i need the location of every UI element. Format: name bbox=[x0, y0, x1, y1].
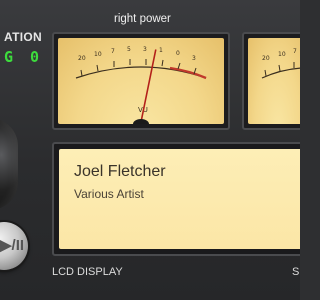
svg-text:3: 3 bbox=[143, 46, 147, 53]
vu-meter-face: 20 10 7 5 3 1 0 3 VU bbox=[58, 38, 224, 124]
svg-text:10: 10 bbox=[278, 51, 286, 58]
svg-text:20: 20 bbox=[78, 55, 86, 62]
vu-meter-right-face: 20 10 7 bbox=[248, 38, 300, 124]
svg-text:10: 10 bbox=[94, 51, 102, 58]
brand-code-text: G 0 bbox=[4, 48, 44, 66]
svg-text:20: 20 bbox=[262, 55, 270, 62]
lcd-screen: Joel Fletcher Various Artist bbox=[59, 149, 300, 249]
svg-text:7: 7 bbox=[293, 48, 297, 55]
right-power-label: right power bbox=[114, 13, 171, 25]
vu-meter-right: 20 10 7 bbox=[242, 32, 300, 130]
lcd-display-label: LCD DISPLAY bbox=[52, 266, 123, 278]
vu-meter-right-graphic: 20 10 7 bbox=[261, 48, 300, 79]
track-artist: Various Artist bbox=[74, 187, 144, 201]
vu-tick-numbers: 20 10 7 5 3 1 0 3 bbox=[78, 46, 196, 62]
vu-meter-main: 20 10 7 5 3 1 0 3 VU bbox=[52, 32, 230, 130]
play-pause-icon: ▶/II bbox=[0, 237, 25, 254]
vu-right-tick-numbers: 20 10 7 bbox=[262, 48, 297, 62]
vu-needle-pivot bbox=[133, 119, 149, 124]
svg-text:5: 5 bbox=[127, 46, 131, 53]
lcd-display: Joel Fletcher Various Artist bbox=[52, 142, 300, 256]
vu-right-scale-arc bbox=[261, 67, 300, 79]
track-title: Joel Fletcher bbox=[74, 163, 166, 180]
svg-text:7: 7 bbox=[111, 48, 115, 55]
vu-needle bbox=[140, 49, 157, 123]
svg-text:1: 1 bbox=[159, 47, 163, 54]
player-window: ATION G 0 right power 20 10 7 5 3 1 0 3 … bbox=[0, 0, 300, 300]
play-pause-button[interactable]: ▶/II bbox=[0, 222, 28, 270]
brand-text: ATION bbox=[4, 30, 42, 44]
cut-off-label: S bbox=[292, 266, 300, 278]
svg-text:0: 0 bbox=[176, 50, 180, 57]
volume-knob[interactable] bbox=[0, 118, 18, 210]
svg-text:3: 3 bbox=[192, 55, 196, 62]
vu-meter-graphic: 20 10 7 5 3 1 0 3 VU bbox=[75, 46, 207, 124]
